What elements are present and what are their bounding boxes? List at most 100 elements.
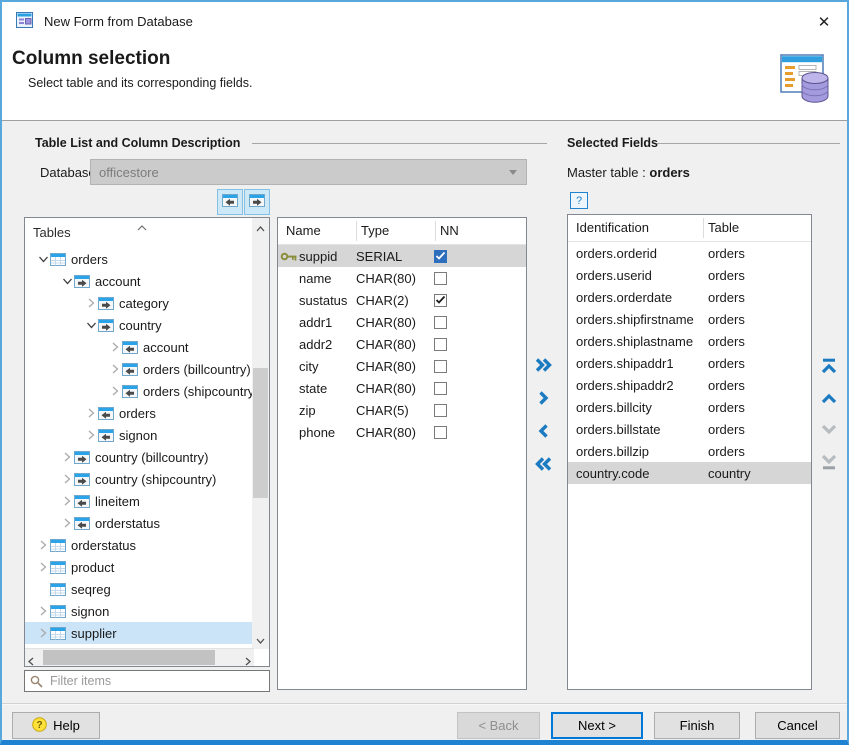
column-row-addr2[interactable]: addr2CHAR(80) — [278, 333, 526, 355]
move-right-button[interactable] — [534, 387, 553, 409]
tree-item-signon[interactable]: signon — [25, 600, 254, 622]
vertical-scrollbar[interactable] — [252, 218, 269, 649]
help-button[interactable]: ? Help — [12, 712, 100, 739]
tree-item-country[interactable]: country — [25, 314, 254, 336]
checkbox-unchecked[interactable] — [434, 316, 447, 329]
chevron-right-icon[interactable] — [83, 297, 98, 309]
scroll-left-icon[interactable] — [28, 654, 34, 667]
column-row-state[interactable]: stateCHAR(80) — [278, 377, 526, 399]
back-button[interactable]: < Back — [457, 712, 540, 739]
chevron-right-icon[interactable] — [35, 605, 50, 617]
field-row-orders-shipfirstname[interactable]: orders.shipfirstnameorders — [568, 308, 811, 330]
column-row-city[interactable]: cityCHAR(80) — [278, 355, 526, 377]
tree-item-seqreg[interactable]: seqreg — [25, 578, 254, 600]
chevron-down-icon[interactable] — [35, 253, 50, 265]
field-row-orders-orderid[interactable]: orders.orderidorders — [568, 242, 811, 264]
horizontal-scrollbar[interactable] — [25, 648, 254, 666]
scroll-down-icon[interactable] — [256, 632, 265, 647]
column-row-sustatus[interactable]: sustatusCHAR(2) — [278, 289, 526, 311]
column-row-zip[interactable]: zipCHAR(5) — [278, 399, 526, 421]
checkbox-unchecked[interactable] — [434, 382, 447, 395]
chevron-right-icon[interactable] — [59, 495, 74, 507]
chevron-right-icon[interactable] — [107, 385, 122, 397]
tree-item-orders-shipcountry[interactable]: orders (shipcountry) — [25, 380, 254, 402]
checkbox-unchecked[interactable] — [434, 338, 447, 351]
tree-item-product[interactable]: product — [25, 556, 254, 578]
tree-item-orders[interactable]: orders — [25, 248, 254, 270]
checkbox-unchecked[interactable] — [434, 426, 447, 439]
tree-item-account[interactable]: account — [25, 336, 254, 358]
expand-referenced-tables-button[interactable] — [244, 189, 270, 215]
column-row-addr1[interactable]: addr1CHAR(80) — [278, 311, 526, 333]
chevron-right-icon[interactable] — [59, 473, 74, 485]
column-type: CHAR(2) — [356, 293, 434, 308]
field-row-orders-shipaddr2[interactable]: orders.shipaddr2orders — [568, 374, 811, 396]
move-to-top-button[interactable] — [820, 354, 838, 378]
field-row-orders-billcity[interactable]: orders.billcityorders — [568, 396, 811, 418]
chevron-down-icon[interactable] — [59, 275, 74, 287]
tree-item-orders-billcountry[interactable]: orders (billcountry) — [25, 358, 254, 380]
chevron-right-icon[interactable] — [35, 561, 50, 573]
column-header-table[interactable]: Table — [708, 220, 739, 235]
scroll-right-icon[interactable] — [245, 654, 251, 667]
close-button[interactable]: ✕ — [806, 8, 842, 36]
expand-referencing-tables-button[interactable] — [217, 189, 243, 215]
move-to-bottom-button[interactable] — [820, 450, 838, 474]
field-row-orders-userid[interactable]: orders.useridorders — [568, 264, 811, 286]
move-up-button[interactable] — [820, 386, 838, 410]
field-row-orders-billzip[interactable]: orders.billziporders — [568, 440, 811, 462]
field-row-orders-billstate[interactable]: orders.billstateorders — [568, 418, 811, 440]
column-header-type[interactable]: Type — [361, 223, 389, 238]
tree-item-country-shipcountry[interactable]: country (shipcountry) — [25, 468, 254, 490]
tree-column-header[interactable]: Tables — [33, 225, 71, 240]
column-header-identification[interactable]: Identification — [576, 220, 649, 235]
chevron-right-icon[interactable] — [107, 341, 122, 353]
filter-items-input[interactable] — [48, 673, 269, 689]
chevron-right-icon[interactable] — [59, 517, 74, 529]
move-all-left-button[interactable] — [534, 453, 553, 475]
checkbox-checked[interactable] — [434, 294, 447, 307]
scrollbar-thumb[interactable] — [43, 650, 215, 665]
scroll-up-icon[interactable] — [256, 220, 265, 235]
chevron-right-icon[interactable] — [83, 429, 98, 441]
tree-item-account[interactable]: account — [25, 270, 254, 292]
column-header-nn[interactable]: NN — [440, 223, 459, 238]
chevron-right-icon[interactable] — [107, 363, 122, 375]
column-row-suppid[interactable]: suppidSERIAL — [278, 245, 526, 267]
tree-item-category[interactable]: category — [25, 292, 254, 314]
move-left-button[interactable] — [534, 420, 553, 442]
chevron-down-icon[interactable] — [83, 319, 98, 331]
column-row-name[interactable]: nameCHAR(80) — [278, 267, 526, 289]
next-button[interactable]: Next > — [551, 712, 643, 739]
move-down-button[interactable] — [820, 418, 838, 442]
tree-item-orderstatus[interactable]: orderstatus — [25, 512, 254, 534]
checkbox-unchecked[interactable] — [434, 272, 447, 285]
scrollbar-thumb[interactable] — [253, 368, 268, 498]
checkbox-checked[interactable] — [434, 250, 447, 263]
cancel-button[interactable]: Cancel — [755, 712, 840, 739]
field-help-button[interactable]: ? — [570, 192, 588, 209]
field-row-orders-orderdate[interactable]: orders.orderdateorders — [568, 286, 811, 308]
column-header-name[interactable]: Name — [286, 223, 321, 238]
chevron-right-icon[interactable] — [59, 451, 74, 463]
checkbox-unchecked[interactable] — [434, 404, 447, 417]
tree-item-signon[interactable]: signon — [25, 424, 254, 446]
move-all-right-button[interactable] — [534, 354, 553, 376]
field-row-country-code[interactable]: country.codecountry — [568, 462, 811, 484]
finish-button[interactable]: Finish — [654, 712, 740, 739]
tree-item-label: orders — [118, 406, 156, 421]
table-ref-right-icon — [98, 319, 118, 332]
field-row-orders-shipaddr1[interactable]: orders.shipaddr1orders — [568, 352, 811, 374]
column-row-phone[interactable]: phoneCHAR(80) — [278, 421, 526, 443]
tree-item-supplier[interactable]: supplier — [25, 622, 254, 644]
tree-item-orders[interactable]: orders — [25, 402, 254, 424]
field-row-orders-shiplastname[interactable]: orders.shiplastnameorders — [568, 330, 811, 352]
tree-item-lineitem[interactable]: lineitem — [25, 490, 254, 512]
tree-item-orderstatus[interactable]: orderstatus — [25, 534, 254, 556]
chevron-right-icon[interactable] — [35, 539, 50, 551]
database-dropdown[interactable]: officestore — [90, 159, 527, 185]
tree-item-country-billcountry[interactable]: country (billcountry) — [25, 446, 254, 468]
checkbox-unchecked[interactable] — [434, 360, 447, 373]
chevron-right-icon[interactable] — [35, 627, 50, 639]
chevron-right-icon[interactable] — [83, 407, 98, 419]
